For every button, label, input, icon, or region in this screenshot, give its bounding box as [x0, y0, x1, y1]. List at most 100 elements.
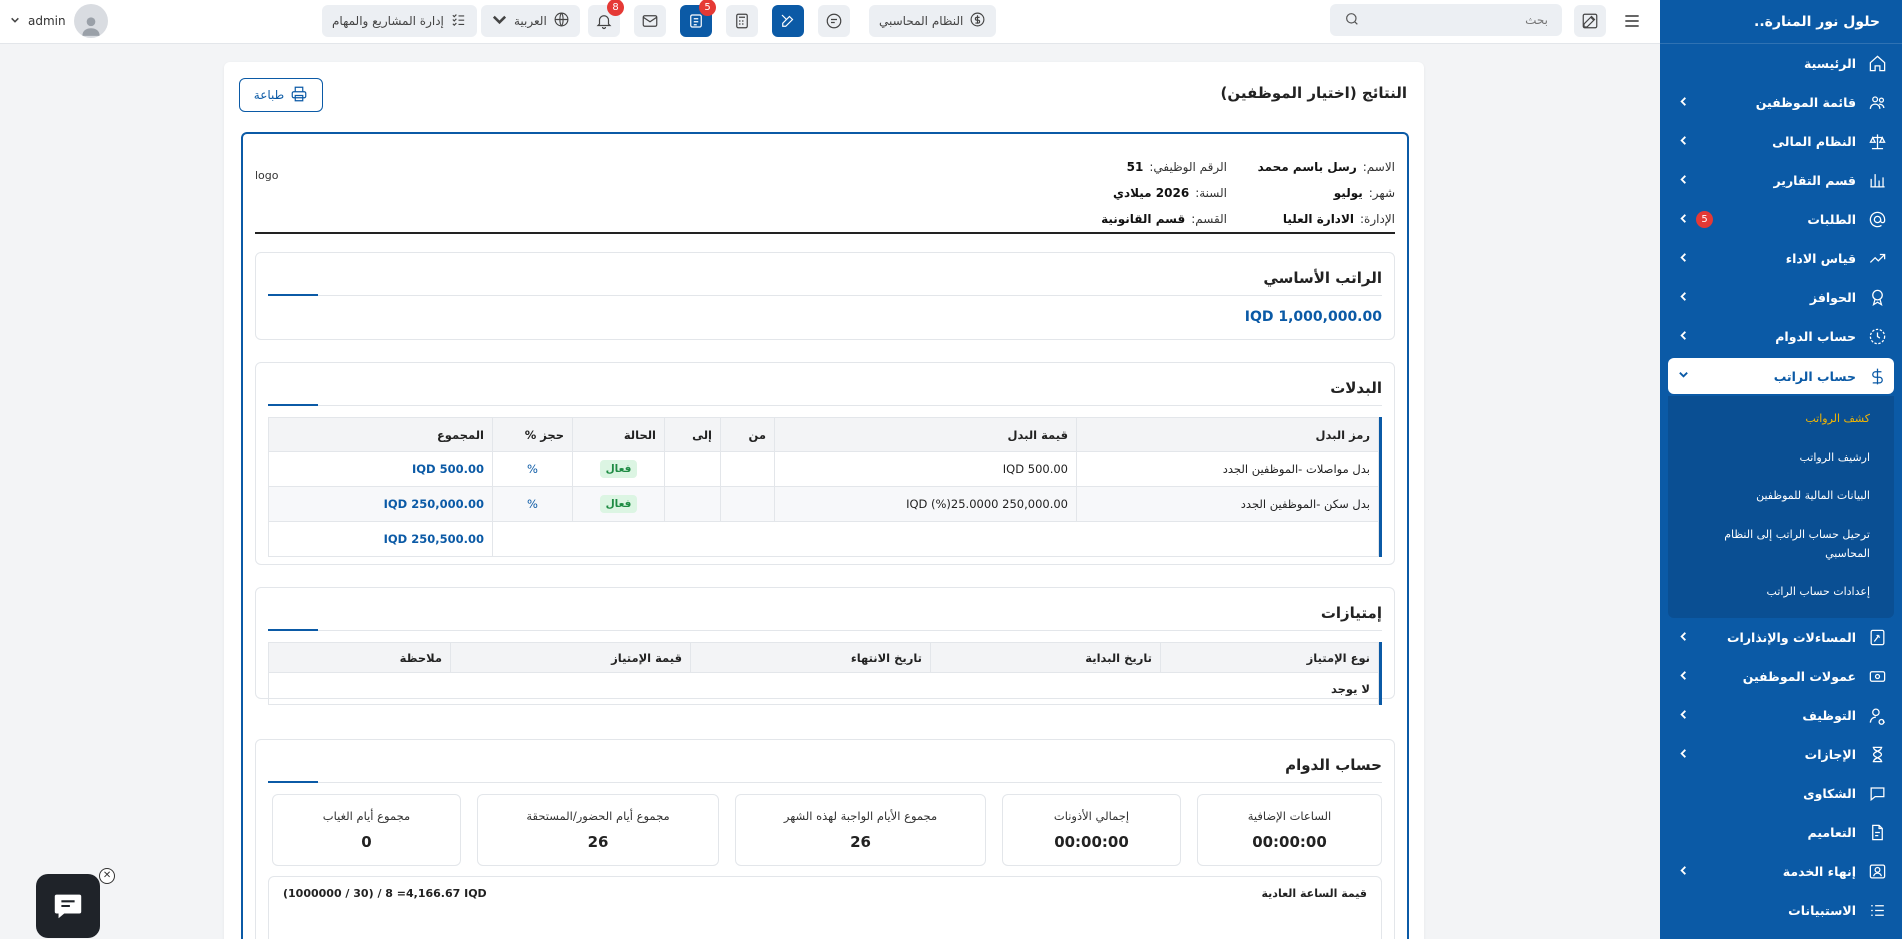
col-code: رمز البدل [1076, 417, 1379, 452]
section-title: حساب الدوام [1285, 756, 1382, 774]
sidebar-item-trend[interactable]: قياس الاداء [1660, 239, 1902, 278]
cell-pct: % [492, 451, 573, 487]
sidebar-item-label: التعاميم [1807, 825, 1856, 841]
sidebar-item-award[interactable]: الحوافز [1660, 278, 1902, 317]
sidebar-item-gavel[interactable]: المساءلات والإنذارات [1660, 618, 1902, 657]
money-icon [969, 11, 986, 31]
cell-from [720, 451, 775, 487]
calculator-button[interactable] [726, 5, 758, 37]
sidebar-item-user-search[interactable]: التوظيف [1660, 696, 1902, 735]
accent-bar [268, 781, 318, 783]
section-title: الراتب الأساسي [1263, 269, 1382, 287]
subnav-payslips[interactable]: كشف الرواتب [1668, 400, 1894, 439]
sidebar-item-label: حساب الدوام [1775, 329, 1856, 344]
col-pct: حجز % [492, 417, 573, 452]
col-total: المجموع [268, 417, 493, 452]
quick-note-button[interactable] [1574, 5, 1606, 37]
status-badge: فعال [599, 460, 638, 478]
sidebar-item-cash[interactable]: عمولات الموظفين [1660, 657, 1902, 696]
sidebar-item-scale[interactable]: النظام المالى [1660, 122, 1902, 161]
page-title: النتائج (اختيار الموظفين) [1220, 84, 1408, 102]
cell-to [664, 451, 721, 487]
doc-icon [1866, 822, 1888, 844]
col-from: من [720, 417, 775, 452]
chevron-left-icon [1678, 174, 1689, 188]
search-input[interactable] [1360, 13, 1548, 27]
brand-title: حلول نور المنارة.. [1660, 0, 1902, 44]
company-logo: logo [255, 169, 279, 182]
hourly-rate-value: (1000000 / 30) / 8 =4,166.67 IQD [283, 887, 487, 900]
print-button[interactable]: طباعة [239, 78, 323, 112]
col-to: إلى [664, 417, 721, 452]
tools-button[interactable] [772, 5, 804, 37]
notifications-button[interactable]: 8 [588, 0, 624, 37]
award-icon [1866, 287, 1888, 309]
cell-from [720, 486, 775, 522]
user-menu[interactable]: admin [10, 4, 108, 38]
sidebar-item-doc[interactable]: التعاميم [1660, 813, 1902, 852]
chevron-left-icon [1678, 748, 1689, 762]
at-icon [1866, 209, 1888, 231]
tasks-button[interactable]: 5 [680, 0, 716, 37]
close-icon[interactable]: ✕ [99, 868, 115, 884]
cell-code: بدل مواصلات -الموظفين الجدد [1076, 451, 1379, 487]
table-total-row: 250,500.00 IQD [268, 521, 1379, 557]
stat-permissions: إجمالي الأذونات 00:00:00 [1002, 794, 1181, 866]
accounting-system-button[interactable]: النظام المحاسبي [869, 5, 997, 37]
sidebar-item-label: قائمة الموظفين [1755, 95, 1856, 110]
chat-widget-button[interactable] [36, 874, 100, 938]
sidebar-item-users[interactable]: قائمة الموظفين [1660, 83, 1902, 122]
projects-button[interactable]: إدارة المشاريع والمهام [322, 5, 477, 37]
menu-toggle-button[interactable] [1618, 5, 1646, 37]
allowances-grand-total: 250,500.00 IQD [268, 521, 493, 557]
sidebar-item-chart[interactable]: قسم التقارير [1660, 161, 1902, 200]
sidebar-item-label: الإجازات [1804, 747, 1856, 763]
cell-status: فعال [572, 451, 665, 487]
chat-icon [1866, 783, 1888, 805]
sidebar-item-label: قسم التقارير [1773, 173, 1857, 188]
sidebar-item-list[interactable]: الاستبيانات [1660, 891, 1902, 930]
search-box[interactable] [1330, 4, 1562, 36]
printer-icon [290, 85, 308, 106]
sidebar-item-user-x[interactable]: إنهاء الخدمة [1660, 852, 1902, 891]
cell-value: 500.00 IQD [774, 451, 1077, 487]
chevron-left-icon [1678, 135, 1689, 149]
col-value: قيمة البدل [774, 417, 1077, 452]
messages-circle-button[interactable] [818, 5, 850, 37]
calculator-icon [736, 13, 748, 29]
sidebar-item-label: التوظيف [1802, 708, 1856, 724]
subnav-archive[interactable]: ارشيف الرواتب [1668, 439, 1894, 478]
hourly-rate-row: قيمة الساعة العادية (1000000 / 30) / 8 =… [283, 887, 1367, 900]
mail-button[interactable] [634, 5, 666, 37]
cell-total: 500.00 IQD [268, 451, 493, 487]
col-note: ملاحظة [268, 642, 451, 673]
home-icon [1866, 53, 1888, 75]
sidebar-item-label: الشكاوى [1803, 786, 1856, 802]
subnav-transfer[interactable]: ترحيل حساب الراتب إلى النظام المحاسبي [1668, 516, 1894, 573]
sidebar-item-at[interactable]: الطلبات 5 [1660, 200, 1902, 239]
sidebar-item-hourglass[interactable]: الإجازات [1660, 735, 1902, 774]
info-id: الرقم الوظيفي: 51 [1126, 160, 1227, 174]
language-selector[interactable]: العربية [481, 5, 580, 37]
results-card: النتائج (اختيار الموظفين) طباعة الاسم: رس… [224, 62, 1424, 939]
subnav-settings[interactable]: إعدادات حساب الراتب [1668, 573, 1894, 612]
info-year: السنة: 2026 ميلادي [1113, 186, 1227, 200]
subnav-financial-data[interactable]: البيانات المالية للموظفين [1668, 477, 1894, 516]
sidebar-item-label: إنهاء الخدمة [1782, 864, 1856, 880]
sidebar-item-clock[interactable]: حساب الدوام [1660, 317, 1902, 356]
sidebar-item-label: النظام المالى [1772, 134, 1856, 149]
tasks-badge: 5 [699, 0, 716, 16]
sidebar-item-chat[interactable]: الشكاوى [1660, 774, 1902, 813]
sidebar-item-label: الرئيسية [1804, 56, 1856, 71]
divider [268, 405, 1382, 406]
dollar-icon [1866, 365, 1888, 387]
cash-icon [1866, 666, 1888, 688]
sidebar-item-home[interactable]: الرئيسية [1660, 44, 1902, 83]
sidebar-item-salary[interactable]: حساب الراتب [1668, 358, 1894, 394]
divider [268, 630, 1382, 631]
accent-bar [268, 404, 318, 406]
cell-pct: % [492, 486, 573, 522]
divider [268, 295, 1382, 296]
accounting-label: النظام المحاسبي [879, 14, 964, 28]
trend-icon [1866, 248, 1888, 270]
